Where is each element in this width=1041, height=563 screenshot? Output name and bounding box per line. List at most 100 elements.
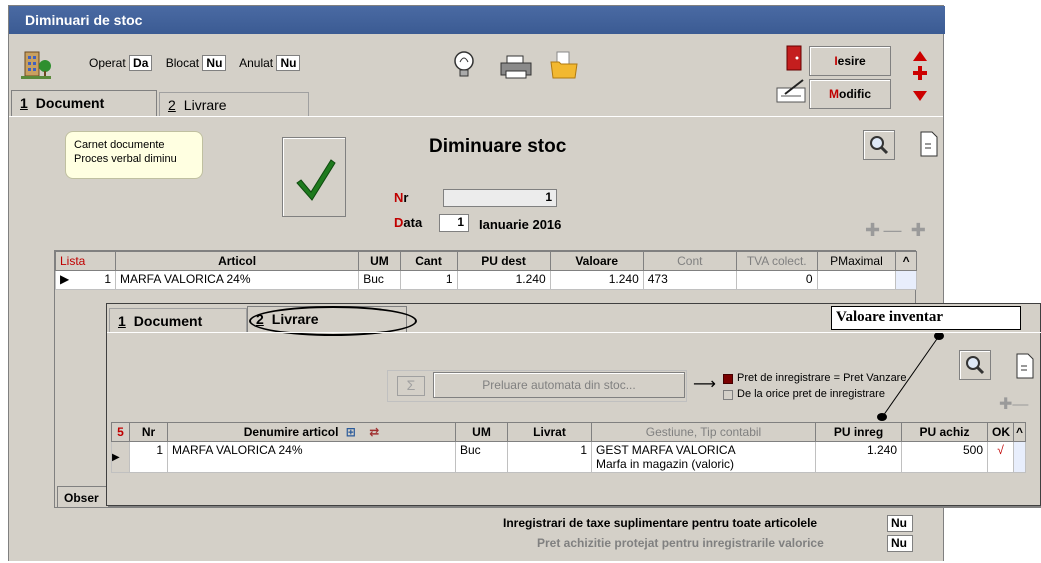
cell-um[interactable]: Buc [358,270,401,290]
col-tva-colect[interactable]: TVA colect. [735,251,818,271]
sum-icon[interactable]: Σ [397,376,425,396]
lightbulb-icon[interactable] [453,50,475,80]
cell-cant[interactable]: 1 [399,270,458,290]
option-pret-vanzare[interactable]: Pret de inregistrare = Pret Vanzare [737,372,906,384]
overlay-row-controls[interactable]: ✚— [999,394,1028,414]
overlay-search-icon [966,356,985,375]
arrow-down-icon[interactable] [913,90,927,101]
col-nr[interactable]: Nr [129,422,168,442]
col-pmaximal[interactable]: PMaximal [816,251,897,271]
scrollbar-thumb[interactable] [895,270,917,290]
exit-button[interactable]: Iesire [809,46,891,76]
data-label-rest: ata [403,215,423,230]
livrare-overlay: 1 Document 2 Livrare Valoare inventar Σ Pr… [106,303,1041,506]
cell-pu-dest[interactable]: 1.240 [456,270,551,290]
col-valoare[interactable]: Valoare [549,251,644,271]
modify-hotkey: M [829,87,839,101]
table-row[interactable]: ▶ 1 MARFA VALORICA 24% Buc 1 GEST MARFA … [111,441,1026,473]
remove-row-icon[interactable]: — [883,220,901,240]
cell-um[interactable]: Buc [455,441,508,473]
cell-tip-contabil: Marfa in magazin (valoric) [596,457,735,471]
building-icon[interactable] [19,48,53,82]
col-pu-achiz[interactable]: PU achiz [901,422,988,442]
validate-button[interactable] [282,137,346,217]
tab-document-number: 1 [20,95,28,111]
exit-label: esire [837,54,866,68]
cell-gestiune-name: GEST MARFA VALORICA [596,443,736,457]
shuffle-icon[interactable]: ⇄ [369,425,379,439]
printer-icon[interactable] [499,54,533,80]
cell-denumire[interactable]: MARFA VALORICA 24% [167,441,456,473]
overlay-search-button[interactable] [959,350,991,380]
modify-label: odific [839,87,871,101]
cell-articol[interactable]: MARFA VALORICA 24% [115,270,360,290]
cell-gestiune[interactable]: GEST MARFA VALORICA Marfa in magazin (va… [591,441,816,473]
tab-observatii[interactable]: Obser [57,486,109,508]
col-gestiune[interactable]: Gestiune, Tip contabil [591,422,816,442]
document-title: Diminuare stoc [429,136,567,157]
plus-icon[interactable] [913,66,927,80]
col-ok[interactable]: OK [987,422,1014,442]
cell-tva[interactable]: 0 [735,270,818,290]
cell-lista-value: 1 [104,272,112,286]
tree-icon[interactable]: ⊞ [346,425,356,439]
cell-pu-achiz[interactable]: 500 [901,441,988,473]
data-label: Data [394,215,422,230]
modify-button[interactable]: Modific [809,79,891,109]
footer-value-2[interactable]: Nu [887,535,913,552]
col-um[interactable]: UM [455,422,508,442]
folder-icon[interactable] [549,50,579,80]
cell-pmaximal[interactable] [816,270,897,290]
footer-value-1[interactable]: Nu [887,515,913,532]
table-row[interactable]: ▶ 1 MARFA VALORICA 24% Buc 1 1.240 1.240 … [54,270,917,290]
cell-cont[interactable]: 473 [642,270,737,290]
col-articol[interactable]: Articol [115,251,360,271]
tab-livrare-number: 2 [168,97,176,113]
window-title: Diminuari de stoc [9,6,945,34]
tab-document[interactable]: 1 Document [11,90,157,116]
split-row-icon[interactable]: ✚ [911,220,926,240]
checkbox-orice-pret[interactable] [723,390,733,400]
anulat-value[interactable]: Nu [276,55,301,71]
cell-lista[interactable]: ▶ 1 [54,270,117,290]
col-cant[interactable]: Cant [399,251,458,271]
row-controls[interactable]: ✚ — ✚ [865,220,945,242]
tab-livrare[interactable]: 2 Livrare [159,92,309,116]
blocat-value[interactable]: Nu [202,55,227,71]
col-denumire[interactable]: Denumire articol ⊞ ⇄ [167,422,456,442]
col-pu-dest[interactable]: PU dest [456,251,551,271]
col-pu-inreg[interactable]: PU inreg [815,422,902,442]
auto-from-stock-button[interactable]: Preluare automata din stoc... [433,372,685,398]
day-field[interactable]: 1 [439,214,469,232]
overlay-scroll-up-icon[interactable]: ^ [1013,422,1026,442]
arrow-up-icon[interactable] [913,50,927,61]
col-um[interactable]: UM [358,251,401,271]
operat-value[interactable]: Da [129,55,153,71]
cell-pu-inreg[interactable]: 1.240 [815,441,902,473]
nr-label-rest: r [403,190,409,205]
option-orice-pret[interactable]: De la orice pret de inregistrare [737,388,885,400]
overlay-tab-document-label: Document [133,313,203,329]
nr-field[interactable]: 1 [443,189,557,207]
col-lista[interactable]: Lista [54,251,117,271]
add-row-icon[interactable]: ✚ [865,220,880,240]
checkbox-pret-vanzare[interactable] [723,374,733,384]
overlay-document-icon[interactable] [1015,352,1035,380]
scroll-up-icon[interactable]: ^ [895,251,917,271]
overlay-scrollbar-thumb[interactable] [1013,441,1026,473]
col-livrat[interactable]: Livrat [507,422,592,442]
search-button[interactable] [863,130,895,160]
cell-nr[interactable]: 1 [129,441,168,473]
callout-valoare-inventar: Valoare inventar [831,306,1021,330]
notes-box[interactable]: Carnet documente Proces verbal diminu [65,131,203,179]
col-cont[interactable]: Cont [642,251,737,271]
overlay-tab-document[interactable]: 1 Document [109,308,247,332]
cell-valoare[interactable]: 1.240 [549,270,644,290]
notes-line-2: Proces verbal diminu [74,153,177,165]
pen-paper-icon [775,78,809,104]
row-pointer-icon: ▶ [111,441,130,473]
cell-livrat[interactable]: 1 [507,441,592,473]
document-icon[interactable] [919,130,939,158]
cell-ok[interactable]: √ [987,441,1014,473]
overlay-divider [107,332,1041,333]
